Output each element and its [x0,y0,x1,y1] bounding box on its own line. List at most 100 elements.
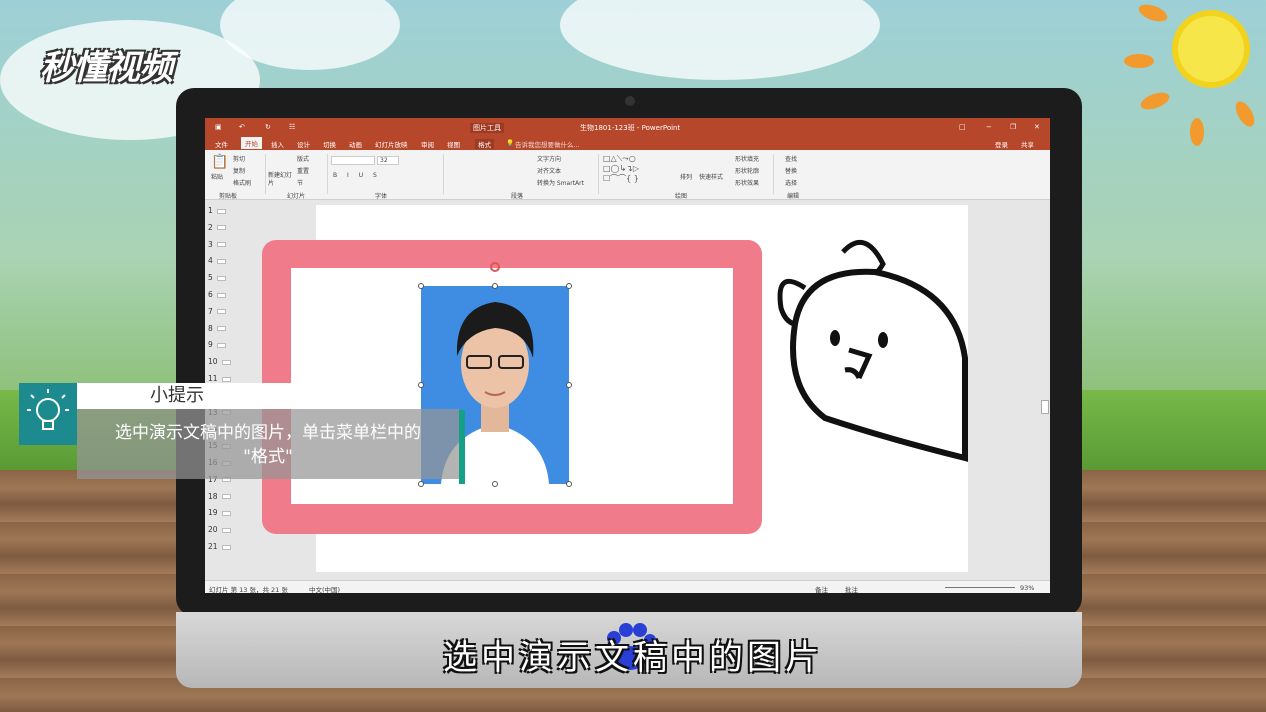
slide-number: 5 [208,273,213,283]
cut-button[interactable]: 剪切 [233,154,245,163]
arrange-button[interactable]: 排列 [680,172,692,181]
shape-effects-button[interactable]: 形状效果 [735,178,759,187]
slide-thumbnail[interactable]: 21 [208,542,231,551]
slide-number: 7 [208,306,213,316]
slide-thumbnail[interactable]: 18 [208,492,231,501]
slide-thumbnail[interactable]: 10 [208,357,231,366]
slide-thumbnail[interactable]: 2 [208,223,226,232]
undo-icon[interactable]: ↶ [239,123,245,131]
slide-thumbnail[interactable]: 5 [208,273,226,282]
ribbon-separator [327,154,328,194]
slide-thumbnail[interactable]: 7 [208,307,226,316]
tip-heading: 小提示 [77,383,387,409]
quick-styles-button[interactable]: 快速样式 [699,172,723,181]
slide-preview [216,292,226,298]
tab-transitions[interactable]: 切换 [323,139,336,149]
slide-preview [221,527,231,533]
zoom-level[interactable]: 93% [1020,584,1034,592]
language-indicator[interactable]: 中文(中国) [309,584,340,593]
resize-handle[interactable] [492,481,498,487]
tab-review[interactable]: 审阅 [421,139,434,149]
slide-thumbnail[interactable]: 9 [208,340,226,349]
font-name-box[interactable] [331,156,375,165]
slide-thumbnail[interactable]: 3 [208,240,226,249]
sun-ray [1190,118,1204,146]
resize-handle[interactable] [418,382,424,388]
scroll-thumb[interactable] [1041,400,1049,414]
resize-handle[interactable] [492,283,498,289]
sun-ray [1124,54,1154,68]
select-button[interactable]: 选择 [785,178,797,187]
reset-button[interactable]: 重置 [297,166,309,175]
tab-design[interactable]: 设计 [297,139,310,149]
minimize-button[interactable]: − [986,123,992,131]
zoom-slider[interactable] [945,587,1015,588]
slide-thumbnail[interactable]: 6 [208,290,226,299]
slide-thumbnail[interactable]: 8 [208,324,226,333]
slide-preview [216,258,226,264]
resize-handle[interactable] [418,283,424,289]
close-button[interactable]: ✕ [1034,123,1040,131]
font-format-buttons[interactable]: B I U S [333,172,381,179]
slide-number: 4 [208,256,213,266]
format-painter-button[interactable]: 格式刷 [233,178,251,187]
slide-thumbnail[interactable]: 20 [208,525,231,534]
tab-format[interactable]: 格式 [475,139,494,149]
redo-icon[interactable]: ↻ [265,123,271,131]
slide-number: 18 [208,491,218,501]
slide-preview [221,510,231,516]
login-link[interactable]: 登录 [995,139,1008,149]
brand-logo: 秒懂视频 [40,48,173,88]
slide-preview [221,544,231,550]
slide-preview [216,225,226,231]
font-size-box[interactable]: 32 [377,156,399,165]
ribbon-separator [598,154,599,194]
resize-handle[interactable] [566,481,572,487]
paste-button[interactable]: 粘贴 [211,172,223,181]
tab-view[interactable]: 视图 [447,139,460,149]
shape-fill-button[interactable]: 形状填充 [735,154,759,163]
shapes-gallery[interactable]: □△⟍⤳○ □◯↳↴▷ ☐⌒⌒{ } [603,154,667,186]
tab-insert[interactable]: 插入 [271,139,284,149]
resize-handle[interactable] [418,481,424,487]
tab-file[interactable]: 文件 [215,139,228,149]
slide-thumbnail[interactable]: 4 [208,256,226,265]
text-direction-button[interactable]: 文字方向 [537,154,561,163]
section-button[interactable]: 节 [297,178,303,187]
slide-thumbnail[interactable]: 19 [208,508,231,517]
resize-handle[interactable] [566,283,572,289]
slide-number: 8 [208,323,213,333]
slide-thumbnail[interactable]: 11 [208,374,231,383]
notes-button[interactable]: 备注 [815,584,828,593]
context-tab-group: 图片工具 [470,123,504,133]
slide-preview [216,208,226,214]
customize-icon[interactable]: ☷ [289,123,295,131]
comments-button[interactable]: 批注 [845,584,858,593]
slide-thumbnail[interactable]: 1 [208,206,226,215]
slide-preview [216,342,226,348]
layout-button[interactable]: 版式 [297,154,309,163]
powerpoint-window: ▣ ↶ ↻ ☷ 图片工具 生物1801-123班 - PowerPoint □ … [205,118,1050,593]
shape-outline-button[interactable]: 形状轮廓 [735,166,759,175]
ribbon-display-button[interactable]: □ [959,123,966,131]
resize-handle[interactable] [566,382,572,388]
replace-button[interactable]: 替换 [785,166,797,175]
tab-animations[interactable]: 动画 [349,139,362,149]
tell-me-search[interactable]: 告诉我您想要做什么... [515,139,580,149]
tab-home[interactable]: 开始 [241,137,262,149]
share-button[interactable]: 共享 [1021,139,1034,149]
video-subtitle: 选中演示文稿中的图片 [443,638,823,678]
rotate-handle-icon[interactable] [490,262,500,272]
paste-icon[interactable]: 📋 [211,154,228,170]
find-button[interactable]: 查找 [785,154,797,163]
smartart-button[interactable]: 转换为 SmartArt [537,178,584,187]
copy-button[interactable]: 复制 [233,166,245,175]
vertical-scrollbar[interactable] [1040,200,1050,580]
save-icon[interactable]: ▣ [215,123,222,131]
title-bar: ▣ ↶ ↻ ☷ 图片工具 生物1801-123班 - PowerPoint □ … [205,118,1050,136]
tab-slideshow[interactable]: 幻灯片放映 [375,139,408,149]
restore-button[interactable]: ❐ [1010,123,1016,131]
align-text-button[interactable]: 对齐文本 [537,166,561,175]
new-slide-button[interactable]: 新建幻灯片 [268,172,292,188]
slide-preview [221,376,231,382]
